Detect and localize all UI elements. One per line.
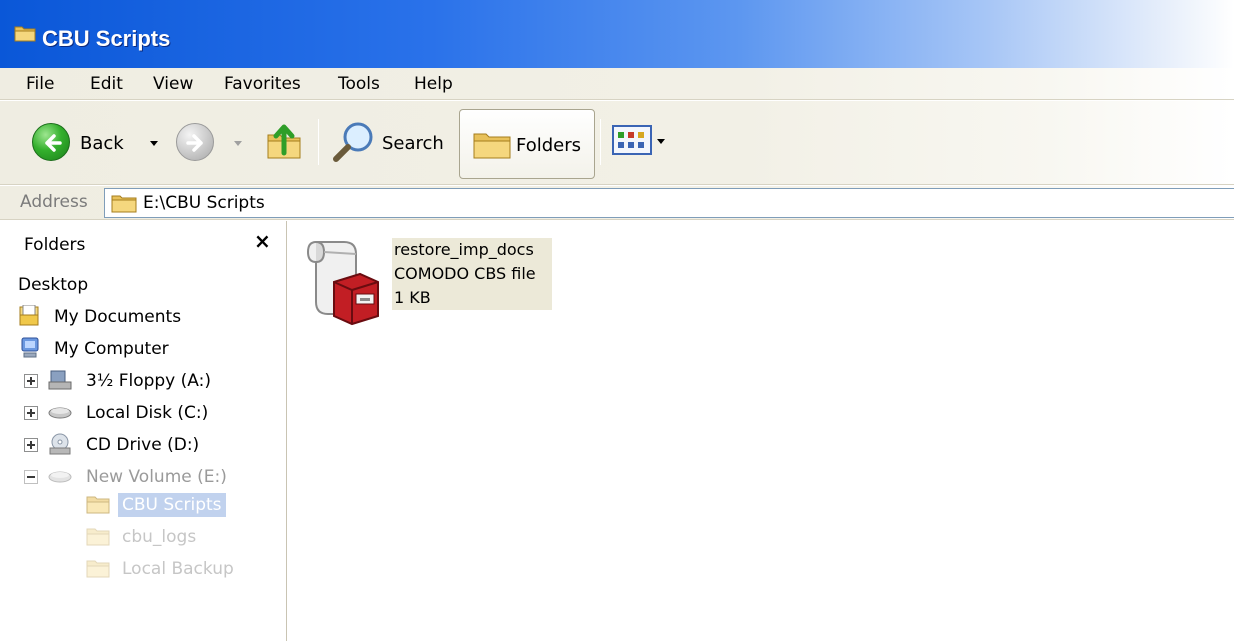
- window-title: CBU Scripts: [42, 26, 171, 51]
- toolbar-separator: [318, 119, 319, 165]
- close-icon[interactable]: ×: [254, 229, 271, 253]
- expand-icon[interactable]: [24, 406, 38, 420]
- tree-item-label: New Volume (E:): [86, 467, 227, 487]
- tree-item-label: CBU Scripts: [118, 493, 226, 517]
- menu-edit[interactable]: Edit: [90, 74, 123, 94]
- views-icon[interactable]: [612, 125, 652, 155]
- folder-open-icon: [86, 496, 110, 514]
- tree-item-floppy[interactable]: 3½ Floppy (A:): [24, 367, 280, 395]
- my-computer-icon: [21, 337, 39, 358]
- views-dropdown-arrow[interactable]: [657, 139, 665, 144]
- disk-icon: [48, 471, 72, 483]
- tree-item-my-computer[interactable]: My Computer: [18, 335, 278, 363]
- tree-item-label: Desktop: [18, 275, 89, 295]
- tree-item-label: Local Backup: [122, 559, 234, 579]
- toolbar: Back Search Folders: [0, 101, 1234, 185]
- file-item[interactable]: restore_imp_docs COMODO CBS file 1 KB: [298, 230, 558, 330]
- back-button[interactable]: Back: [80, 133, 124, 154]
- menu-tools[interactable]: Tools: [338, 74, 380, 94]
- toolbar-separator: [600, 119, 601, 165]
- disk-icon: [48, 407, 72, 419]
- floppy-icon: [48, 370, 72, 390]
- file-labels: restore_imp_docs COMODO CBS file 1 KB: [392, 238, 552, 310]
- folder-icon: [86, 560, 110, 578]
- menu-help[interactable]: Help: [414, 74, 453, 94]
- file-name: restore_imp_docs: [394, 240, 534, 259]
- menu-file[interactable]: File: [26, 74, 54, 94]
- address-bar: Address E:\CBU Scripts: [0, 186, 1234, 220]
- tree-item-label: 3½ Floppy (A:): [86, 371, 211, 391]
- folders-button-label: Folders: [516, 135, 582, 156]
- tree-item-desktop[interactable]: Desktop: [18, 271, 278, 299]
- address-input[interactable]: E:\CBU Scripts: [104, 188, 1234, 218]
- my-documents-icon: [19, 305, 39, 326]
- folders-pane-header: Folders ×: [0, 221, 286, 265]
- tree-item-cbu-logs[interactable]: cbu_logs: [86, 523, 276, 551]
- address-value: E:\CBU Scripts: [143, 193, 265, 213]
- back-dropdown-arrow[interactable]: [150, 141, 158, 146]
- file-size: 1 KB: [394, 288, 431, 307]
- forward-arrow-icon[interactable]: [176, 123, 214, 161]
- forward-dropdown-arrow[interactable]: [234, 141, 242, 146]
- tree-item-label: My Computer: [54, 339, 169, 359]
- up-folder-icon[interactable]: [262, 119, 306, 163]
- menu-favorites[interactable]: Favorites: [224, 74, 301, 94]
- comodo-cbs-script-icon: [306, 241, 379, 326]
- back-arrow-icon[interactable]: [32, 123, 70, 161]
- folder-icon: [111, 195, 137, 213]
- tree-item-label: cbu_logs: [122, 527, 197, 547]
- expand-icon[interactable]: [24, 374, 38, 388]
- tree-item-my-documents[interactable]: My Documents: [18, 303, 278, 331]
- folder-icon: [14, 26, 36, 42]
- folders-pane: Folders × Desktop My Documents My Comput…: [0, 221, 287, 641]
- tree-item-new-volume-e[interactable]: New Volume (E:): [24, 463, 280, 491]
- tree-item-cbu-scripts[interactable]: CBU Scripts: [86, 491, 276, 519]
- tree-item-label: My Documents: [54, 307, 182, 327]
- folders-pane-title: Folders: [24, 235, 86, 255]
- folder-icon: [86, 528, 110, 546]
- address-label: Address: [20, 192, 88, 212]
- tree-item-label: Local Disk (C:): [86, 403, 209, 423]
- menu-view[interactable]: View: [153, 74, 193, 94]
- tree-item-local-disk-c[interactable]: Local Disk (C:): [24, 399, 280, 427]
- file-type: COMODO CBS file: [394, 264, 536, 283]
- expand-icon[interactable]: [24, 438, 38, 452]
- tree-item-cd-drive-d[interactable]: CD Drive (D:): [24, 431, 280, 459]
- collapse-icon[interactable]: [24, 470, 38, 484]
- search-button[interactable]: Search: [382, 133, 444, 154]
- menu-bar: File Edit View Favorites Tools Help: [0, 68, 1234, 100]
- folders-button[interactable]: Folders: [459, 109, 595, 179]
- tree-item-local-backup[interactable]: Local Backup: [86, 555, 276, 583]
- cd-drive-icon: [49, 433, 71, 455]
- title-bar[interactable]: CBU Scripts: [0, 0, 1234, 68]
- tree-item-label: CD Drive (D:): [86, 435, 200, 455]
- folders-icon: [473, 133, 511, 159]
- search-magnifier-icon[interactable]: [330, 119, 376, 165]
